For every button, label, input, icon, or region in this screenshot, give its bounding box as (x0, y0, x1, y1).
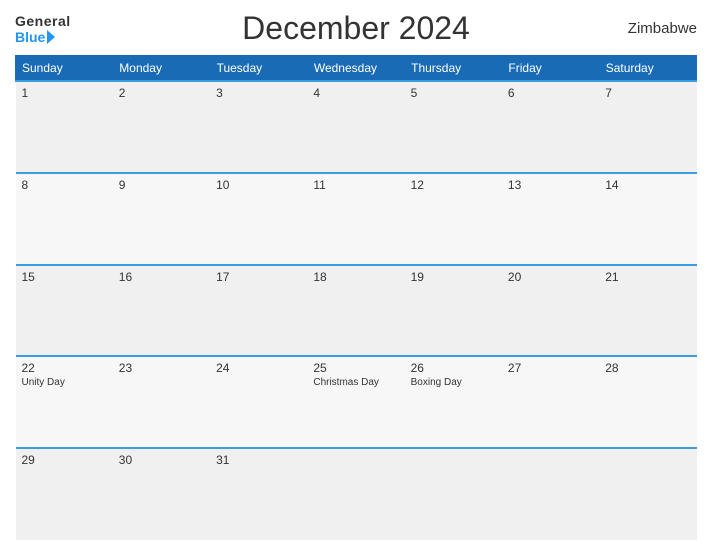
day-number: 31 (216, 453, 301, 467)
day-number: 17 (216, 270, 301, 284)
calendar-title: December 2024 (115, 10, 597, 47)
day-number: 15 (22, 270, 107, 284)
calendar-day-cell: 25 Christmas Day (307, 356, 404, 448)
calendar-day-cell: 18 (307, 265, 404, 357)
calendar-day-cell: 5 (405, 81, 502, 173)
day-number: 8 (22, 178, 107, 192)
day-number: 26 (411, 361, 496, 375)
calendar-day-cell: 20 (502, 265, 599, 357)
calendar-day-cell: 22 Unity Day (16, 356, 113, 448)
calendar-day-cell: 27 (502, 356, 599, 448)
day-number: 6 (508, 86, 593, 100)
day-number: 10 (216, 178, 301, 192)
day-of-week-header: Tuesday (210, 56, 307, 82)
calendar-day-cell: 14 (599, 173, 696, 265)
day-number: 5 (411, 86, 496, 100)
calendar-day-cell: 17 (210, 265, 307, 357)
calendar-day-cell: 29 (16, 448, 113, 540)
day-number: 14 (605, 178, 690, 192)
day-number: 30 (119, 453, 204, 467)
day-number: 23 (119, 361, 204, 375)
calendar-day-cell (599, 448, 696, 540)
calendar-day-cell: 26 Boxing Day (405, 356, 502, 448)
calendar-day-cell (502, 448, 599, 540)
calendar-header-row: SundayMondayTuesdayWednesdayThursdayFrid… (16, 56, 697, 82)
day-number: 3 (216, 86, 301, 100)
day-number: 11 (313, 178, 398, 192)
day-number: 1 (22, 86, 107, 100)
calendar-day-cell: 23 (113, 356, 210, 448)
calendar-day-cell: 11 (307, 173, 404, 265)
calendar-week-row: 15 16 17 18 19 20 21 (16, 265, 697, 357)
calendar-week-row: 1234567 (16, 81, 697, 173)
calendar-header: General Blue December 2024 Zimbabwe (15, 10, 697, 47)
logo: General Blue (15, 13, 115, 45)
calendar-table: SundayMondayTuesdayWednesdayThursdayFrid… (15, 55, 697, 540)
day-number: 7 (605, 86, 690, 100)
calendar-day-cell: 10 (210, 173, 307, 265)
day-number: 9 (119, 178, 204, 192)
days-of-week-row: SundayMondayTuesdayWednesdayThursdayFrid… (16, 56, 697, 82)
calendar-day-cell: 19 (405, 265, 502, 357)
calendar-day-cell (405, 448, 502, 540)
calendar-day-cell: 21 (599, 265, 696, 357)
calendar-day-cell (307, 448, 404, 540)
holiday-name: Boxing Day (411, 377, 496, 388)
calendar-day-cell: 30 (113, 448, 210, 540)
calendar-day-cell: 7 (599, 81, 696, 173)
calendar-day-cell: 4 (307, 81, 404, 173)
day-number: 16 (119, 270, 204, 284)
day-number: 18 (313, 270, 398, 284)
day-number: 22 (22, 361, 107, 375)
calendar-week-row: 22 Unity Day 23 24 25 Christmas Day 26 Boxing D… (16, 356, 697, 448)
day-of-week-header: Saturday (599, 56, 696, 82)
day-number: 2 (119, 86, 204, 100)
day-number: 12 (411, 178, 496, 192)
calendar-day-cell: 24 (210, 356, 307, 448)
calendar-day-cell: 8 (16, 173, 113, 265)
calendar-day-cell: 9 (113, 173, 210, 265)
day-of-week-header: Wednesday (307, 56, 404, 82)
day-of-week-header: Thursday (405, 56, 502, 82)
calendar-day-cell: 2 (113, 81, 210, 173)
day-number: 27 (508, 361, 593, 375)
calendar-day-cell: 16 (113, 265, 210, 357)
day-of-week-header: Sunday (16, 56, 113, 82)
calendar-week-row: 29 30 31 (16, 448, 697, 540)
day-number: 25 (313, 361, 398, 375)
day-number: 28 (605, 361, 690, 375)
calendar-week-row: 89 10 11 12 13 14 (16, 173, 697, 265)
day-number: 4 (313, 86, 398, 100)
day-number: 21 (605, 270, 690, 284)
logo-general-text: General (15, 13, 71, 29)
day-number: 29 (22, 453, 107, 467)
calendar-day-cell: 12 (405, 173, 502, 265)
holiday-name: Unity Day (22, 377, 107, 388)
calendar-body: 12345678910111213141516171819202122Unity… (16, 81, 697, 540)
day-number: 13 (508, 178, 593, 192)
day-number: 19 (411, 270, 496, 284)
day-of-week-header: Monday (113, 56, 210, 82)
calendar-day-cell: 1 (16, 81, 113, 173)
country-label: Zimbabwe (597, 20, 697, 37)
logo-triangle-icon (47, 30, 55, 44)
logo-blue-text: Blue (15, 29, 45, 45)
calendar-day-cell: 13 (502, 173, 599, 265)
calendar-day-cell: 3 (210, 81, 307, 173)
holiday-name: Christmas Day (313, 377, 398, 388)
day-of-week-header: Friday (502, 56, 599, 82)
day-number: 20 (508, 270, 593, 284)
calendar-day-cell: 28 (599, 356, 696, 448)
calendar-day-cell: 31 (210, 448, 307, 540)
logo-blue-container: Blue (15, 29, 55, 45)
calendar-day-cell: 6 (502, 81, 599, 173)
day-number: 24 (216, 361, 301, 375)
calendar-day-cell: 15 (16, 265, 113, 357)
